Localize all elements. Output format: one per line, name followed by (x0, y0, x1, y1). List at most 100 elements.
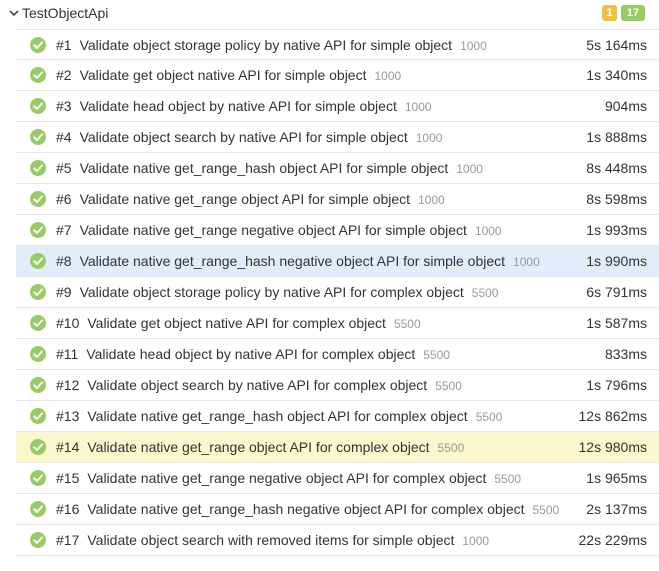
test-name: Validate native get_range negative objec… (87, 470, 487, 486)
test-row-text: #7 Validate native get_range negative obj… (56, 222, 502, 240)
passed-check-icon (30, 532, 46, 548)
test-duration: 22s 229ms (578, 532, 647, 548)
test-row-text: #5 Validate native get_range_hash object … (56, 160, 483, 178)
test-name: Validate object search by native API for… (79, 129, 408, 145)
test-parameter: 5500 (471, 286, 499, 300)
test-row[interactable]: #11 Validate head object by native API fo… (16, 339, 659, 370)
passed-check-icon (30, 160, 46, 176)
test-parameter: 1000 (456, 162, 483, 176)
test-row[interactable]: #10 Validate get object native API for co… (16, 308, 659, 339)
test-order: #15 (56, 470, 80, 486)
test-row[interactable]: #2 Validate get object native API for sim… (16, 60, 659, 91)
test-row-text: #12 Validate object search by native API … (56, 377, 462, 395)
passed-check-icon (30, 315, 46, 331)
test-name: Validate object search with removed item… (87, 532, 455, 548)
test-row[interactable]: #14 Validate native get_range object API … (16, 432, 659, 463)
passed-check-icon (30, 98, 46, 114)
test-row[interactable]: #5 Validate native get_range_hash object … (16, 153, 659, 184)
test-name: Validate native get_range negative objec… (79, 222, 467, 238)
test-row[interactable]: #17 Validate object search with removed i… (16, 525, 659, 556)
test-order: #10 (56, 315, 80, 331)
test-order: #11 (56, 346, 79, 362)
test-duration: 833ms (604, 346, 647, 362)
test-row-text: #8 Validate native get_range_hash negativ… (56, 253, 540, 271)
test-duration: 5s 164ms (586, 37, 647, 53)
chevron-down-icon[interactable] (9, 8, 19, 18)
test-name: Validate get object native API for simpl… (79, 67, 367, 83)
test-row[interactable]: #12 Validate object search by native API … (16, 370, 659, 401)
test-row[interactable]: #9 Validate object storage policy by nati… (16, 277, 659, 308)
test-row[interactable]: #7 Validate native get_range negative obj… (16, 215, 659, 246)
test-row-text: #3 Validate head object by native API for… (56, 98, 432, 116)
test-order: #9 (56, 284, 72, 300)
test-order: #2 (56, 67, 72, 83)
test-row-text: #1 Validate object storage policy by nati… (56, 37, 487, 55)
test-order: #7 (56, 222, 72, 238)
test-parameter: 1000 (462, 534, 490, 548)
test-order: #16 (56, 501, 80, 517)
passed-check-icon (30, 439, 46, 455)
passed-count-badge: 17 (621, 5, 645, 21)
passed-check-icon (30, 470, 46, 486)
passed-check-icon (30, 377, 46, 393)
group-title: TestObjectApi (22, 5, 109, 21)
test-row[interactable]: #4 Validate object search by native API f… (16, 122, 659, 153)
test-row-text: #4 Validate object search by native API f… (56, 129, 442, 147)
test-duration: 1s 990ms (586, 253, 647, 269)
test-row-text: #10 Validate get object native API for co… (56, 315, 421, 333)
passed-check-icon (30, 222, 46, 238)
test-name: Validate get object native API for compl… (87, 315, 386, 331)
test-name: Validate object search by native API for… (87, 377, 428, 393)
test-row[interactable]: #13 Validate native get_range_hash object… (16, 401, 659, 432)
test-row[interactable]: #8 Validate native get_range_hash negativ… (16, 246, 659, 277)
passed-check-icon (30, 191, 46, 207)
test-row-text: #14 Validate native get_range object API … (56, 439, 464, 457)
test-row-text: #9 Validate object storage policy by nati… (56, 284, 498, 302)
test-parameter: 5500 (393, 317, 421, 331)
test-duration: 1s 796ms (586, 377, 647, 393)
test-duration: 1s 340ms (586, 67, 647, 83)
test-name: Validate object storage policy by native… (79, 37, 453, 53)
test-row[interactable]: #1 Validate object storage policy by nati… (16, 29, 659, 60)
test-row-text: #6 Validate native get_range object API f… (56, 191, 445, 209)
test-parameter: 1000 (415, 131, 443, 145)
broken-count-badge: 1 (602, 5, 617, 21)
passed-check-icon (30, 253, 46, 269)
test-row-text: #16 Validate native get_range_hash negati… (56, 501, 559, 519)
test-parameter: 1000 (513, 255, 540, 269)
test-row[interactable]: #3 Validate head object by native API for… (16, 91, 659, 122)
test-parameter: 1000 (404, 100, 432, 114)
test-row-text: #15 Validate native get_range negative ob… (56, 470, 521, 488)
passed-check-icon (30, 129, 46, 145)
test-order: #1 (56, 37, 72, 53)
test-duration: 12s 862ms (578, 408, 647, 424)
test-parameter: 5500 (532, 503, 560, 517)
test-list: #1 Validate object storage policy by nati… (16, 29, 659, 556)
test-parameter: 5500 (423, 348, 450, 362)
test-name: Validate object storage policy by native… (79, 284, 464, 300)
test-row[interactable]: #15 Validate native get_range negative ob… (16, 463, 659, 494)
test-name: Validate native get_range object API for… (87, 439, 430, 455)
test-row-text: #2 Validate get object native API for sim… (56, 67, 401, 85)
group-header[interactable]: TestObjectApi 1 17 (0, 0, 659, 26)
test-order: #5 (56, 160, 72, 176)
test-duration: 1s 965ms (586, 470, 647, 486)
test-parameter: 5500 (475, 410, 503, 424)
test-parameter: 1000 (474, 224, 502, 238)
test-parameter: 5500 (435, 379, 462, 393)
test-parameter: 5500 (437, 441, 465, 455)
passed-check-icon (30, 37, 46, 53)
test-order: #3 (56, 98, 72, 114)
test-duration: 904ms (604, 98, 647, 114)
test-row-text: #17 Validate object search with removed i… (56, 532, 489, 550)
test-order: #12 (56, 377, 80, 393)
passed-check-icon (30, 284, 46, 300)
test-order: #8 (56, 253, 72, 269)
test-order: #4 (56, 129, 72, 145)
test-name: Validate head object by native API for c… (86, 346, 416, 362)
test-row[interactable]: #16 Validate native get_range_hash negati… (16, 494, 659, 525)
test-name: Validate head object by native API for s… (79, 98, 397, 114)
test-row[interactable]: #6 Validate native get_range object API f… (16, 184, 659, 215)
test-duration: 8s 598ms (586, 191, 647, 207)
test-order: #17 (56, 532, 80, 548)
